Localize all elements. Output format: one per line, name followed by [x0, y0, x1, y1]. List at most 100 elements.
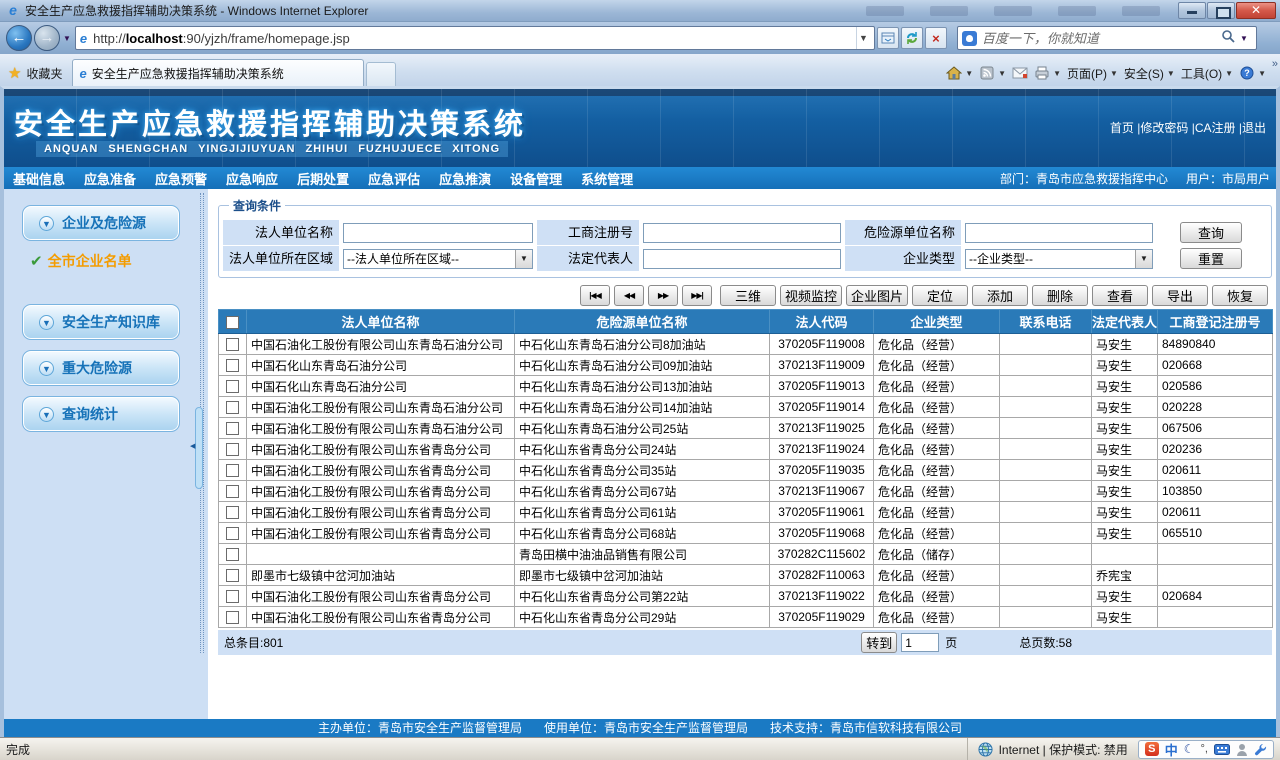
search-button[interactable]: 查询 [1180, 222, 1242, 243]
row-checkbox[interactable] [226, 443, 239, 457]
row-checkbox[interactable] [226, 380, 239, 394]
address-field[interactable]: e http://localhost:90/yjzh/frame/homepag… [74, 26, 875, 50]
feeds-button[interactable]: ▼ [979, 66, 1006, 80]
column-header[interactable]: 法人代码 [769, 309, 874, 334]
column-header[interactable]: 联系电话 [999, 309, 1092, 334]
row-checkbox[interactable] [226, 548, 239, 562]
maximize-button[interactable] [1207, 2, 1235, 19]
browser-tab[interactable]: e 安全生产应急救援指挥辅助决策系统 [72, 59, 365, 86]
toolbar-button[interactable]: 企业图片 [845, 285, 908, 306]
row-checkbox[interactable] [226, 569, 239, 583]
mail-button[interactable] [1012, 66, 1028, 80]
help-menu[interactable]: ? ▼ [1239, 66, 1266, 80]
print-button[interactable]: ▼ [1034, 66, 1061, 80]
corp-name-input[interactable] [343, 222, 533, 243]
banner-link[interactable]: 退出 [1242, 121, 1266, 135]
page-number-input[interactable] [901, 633, 940, 652]
address-dropdown-icon[interactable]: ▼ [856, 27, 870, 49]
row-checkbox[interactable] [226, 338, 239, 352]
back-button[interactable]: ← [6, 25, 32, 51]
close-button[interactable]: ✕ [1236, 2, 1276, 19]
page-menu[interactable]: 页面(P) ▼ [1067, 65, 1118, 82]
nav-item[interactable]: 应急响应 [226, 169, 278, 188]
toolbar-button[interactable]: 添加 [972, 285, 1028, 306]
goto-page-button[interactable]: 转到 [861, 632, 898, 653]
ime-user-icon[interactable] [1236, 743, 1248, 756]
toolbar-button[interactable]: 查看 [1092, 285, 1148, 306]
row-checkbox[interactable] [226, 464, 239, 478]
column-header[interactable]: 法定代表人 [1091, 309, 1158, 334]
row-checkbox[interactable] [226, 590, 239, 604]
row-checkbox[interactable] [226, 527, 239, 541]
row-checkbox[interactable] [226, 401, 239, 415]
nav-item[interactable]: 应急准备 [84, 169, 136, 188]
column-header[interactable]: 工商登记注册号 [1157, 309, 1273, 334]
pager-button[interactable]: ◀◀ [613, 285, 644, 306]
tools-menu[interactable]: 工具(O) ▼ [1181, 65, 1233, 82]
banner-link[interactable]: CA注册 [1195, 121, 1236, 135]
column-header[interactable]: 法人单位名称 [246, 309, 515, 334]
column-header[interactable]: 危险源单位名称 [514, 309, 770, 334]
region-select[interactable]: --法人单位所在区域-- ▼ [343, 248, 533, 269]
sidebar-item-citywide-enterprise-list[interactable]: ✔ 全市企业名单 [30, 251, 208, 271]
toolbar-button[interactable]: 恢复 [1212, 285, 1268, 306]
sidebar-collapse-handle[interactable]: ◀ [190, 407, 203, 489]
toolbar-button[interactable]: 导出 [1152, 285, 1208, 306]
enterprise-type-select[interactable]: --企业类型-- ▼ [965, 248, 1153, 269]
table-cell: 中石化山东省青岛分公司35站 [514, 459, 770, 481]
nav-item[interactable]: 设备管理 [510, 169, 562, 188]
toolbar-button[interactable]: 删除 [1032, 285, 1088, 306]
row-checkbox[interactable] [226, 611, 239, 625]
reset-button[interactable]: 重置 [1180, 248, 1242, 269]
toolbar-button[interactable]: 定位 [912, 285, 968, 306]
pager-button[interactable]: |◀◀ [579, 285, 610, 306]
row-checkbox[interactable] [226, 359, 239, 373]
ime-chinese-mode[interactable]: 中 [1165, 740, 1178, 759]
minimize-button[interactable] [1178, 2, 1206, 19]
search-dropdown-icon[interactable]: ▼ [1240, 34, 1248, 43]
new-tab-stub[interactable] [366, 62, 397, 86]
home-button[interactable]: ▼ [946, 66, 973, 80]
ime-keyboard-icon[interactable] [1214, 743, 1230, 755]
history-dropdown-icon[interactable]: ▼ [63, 34, 71, 43]
sidebar-group-enterprise-hazard[interactable]: ▼ 企业及危险源 [22, 205, 180, 241]
row-checkbox[interactable] [226, 422, 239, 436]
security-menu[interactable]: 安全(S) ▼ [1124, 65, 1175, 82]
ime-punctuation-icon[interactable]: °, [1201, 743, 1208, 755]
stop-icon[interactable]: × [924, 27, 947, 49]
nav-item[interactable]: 后期处置 [297, 169, 349, 188]
nav-item[interactable]: 应急预警 [155, 169, 207, 188]
compatibility-view-icon[interactable] [876, 27, 899, 49]
sidebar-group-query-statistics[interactable]: ▼ 查询统计 [22, 396, 180, 432]
hazard-name-input[interactable] [965, 222, 1153, 243]
pager-button[interactable]: ▶▶| [681, 285, 712, 306]
banner-link[interactable]: 首页 [1110, 121, 1134, 135]
forward-button[interactable]: → [34, 25, 60, 51]
nav-item[interactable]: 应急评估 [368, 169, 420, 188]
row-checkbox[interactable] [226, 506, 239, 520]
search-box[interactable]: ▼ [956, 26, 1257, 50]
legal-rep-input[interactable] [643, 248, 841, 269]
pager-button[interactable]: ▶▶ [647, 285, 678, 306]
reg-no-input[interactable] [643, 222, 841, 243]
url-text[interactable]: http://localhost:90/yjzh/frame/homepage.… [93, 31, 856, 46]
toolbar-button[interactable]: 视频监控 [779, 285, 842, 306]
ime-settings-wrench-icon[interactable] [1254, 743, 1267, 756]
refresh-icon[interactable] [900, 27, 923, 49]
nav-item[interactable]: 系统管理 [581, 169, 633, 188]
select-all-checkbox[interactable] [226, 316, 239, 330]
ime-fullwidth-icon[interactable]: ☾ [1184, 742, 1195, 756]
banner-link[interactable]: 修改密码 [1140, 121, 1188, 135]
favorites-button[interactable]: ★ 收藏夹 [0, 60, 72, 86]
sidebar-group-safety-knowledge[interactable]: ▼ 安全生产知识库 [22, 304, 180, 340]
toolbar-button[interactable]: 三维 [719, 285, 776, 306]
search-magnifier-icon[interactable] [1221, 29, 1235, 48]
nav-item[interactable]: 基础信息 [13, 169, 65, 188]
column-header[interactable]: 企业类型 [873, 309, 1000, 334]
sidebar-group-major-hazard[interactable]: ▼ 重大危险源 [22, 350, 180, 386]
search-input[interactable] [981, 30, 1219, 46]
nav-item[interactable]: 应急推演 [439, 169, 491, 188]
row-checkbox[interactable] [226, 485, 239, 499]
toolbar-overflow-chevron[interactable]: » [1272, 58, 1278, 70]
sogou-icon[interactable]: S [1144, 742, 1159, 756]
